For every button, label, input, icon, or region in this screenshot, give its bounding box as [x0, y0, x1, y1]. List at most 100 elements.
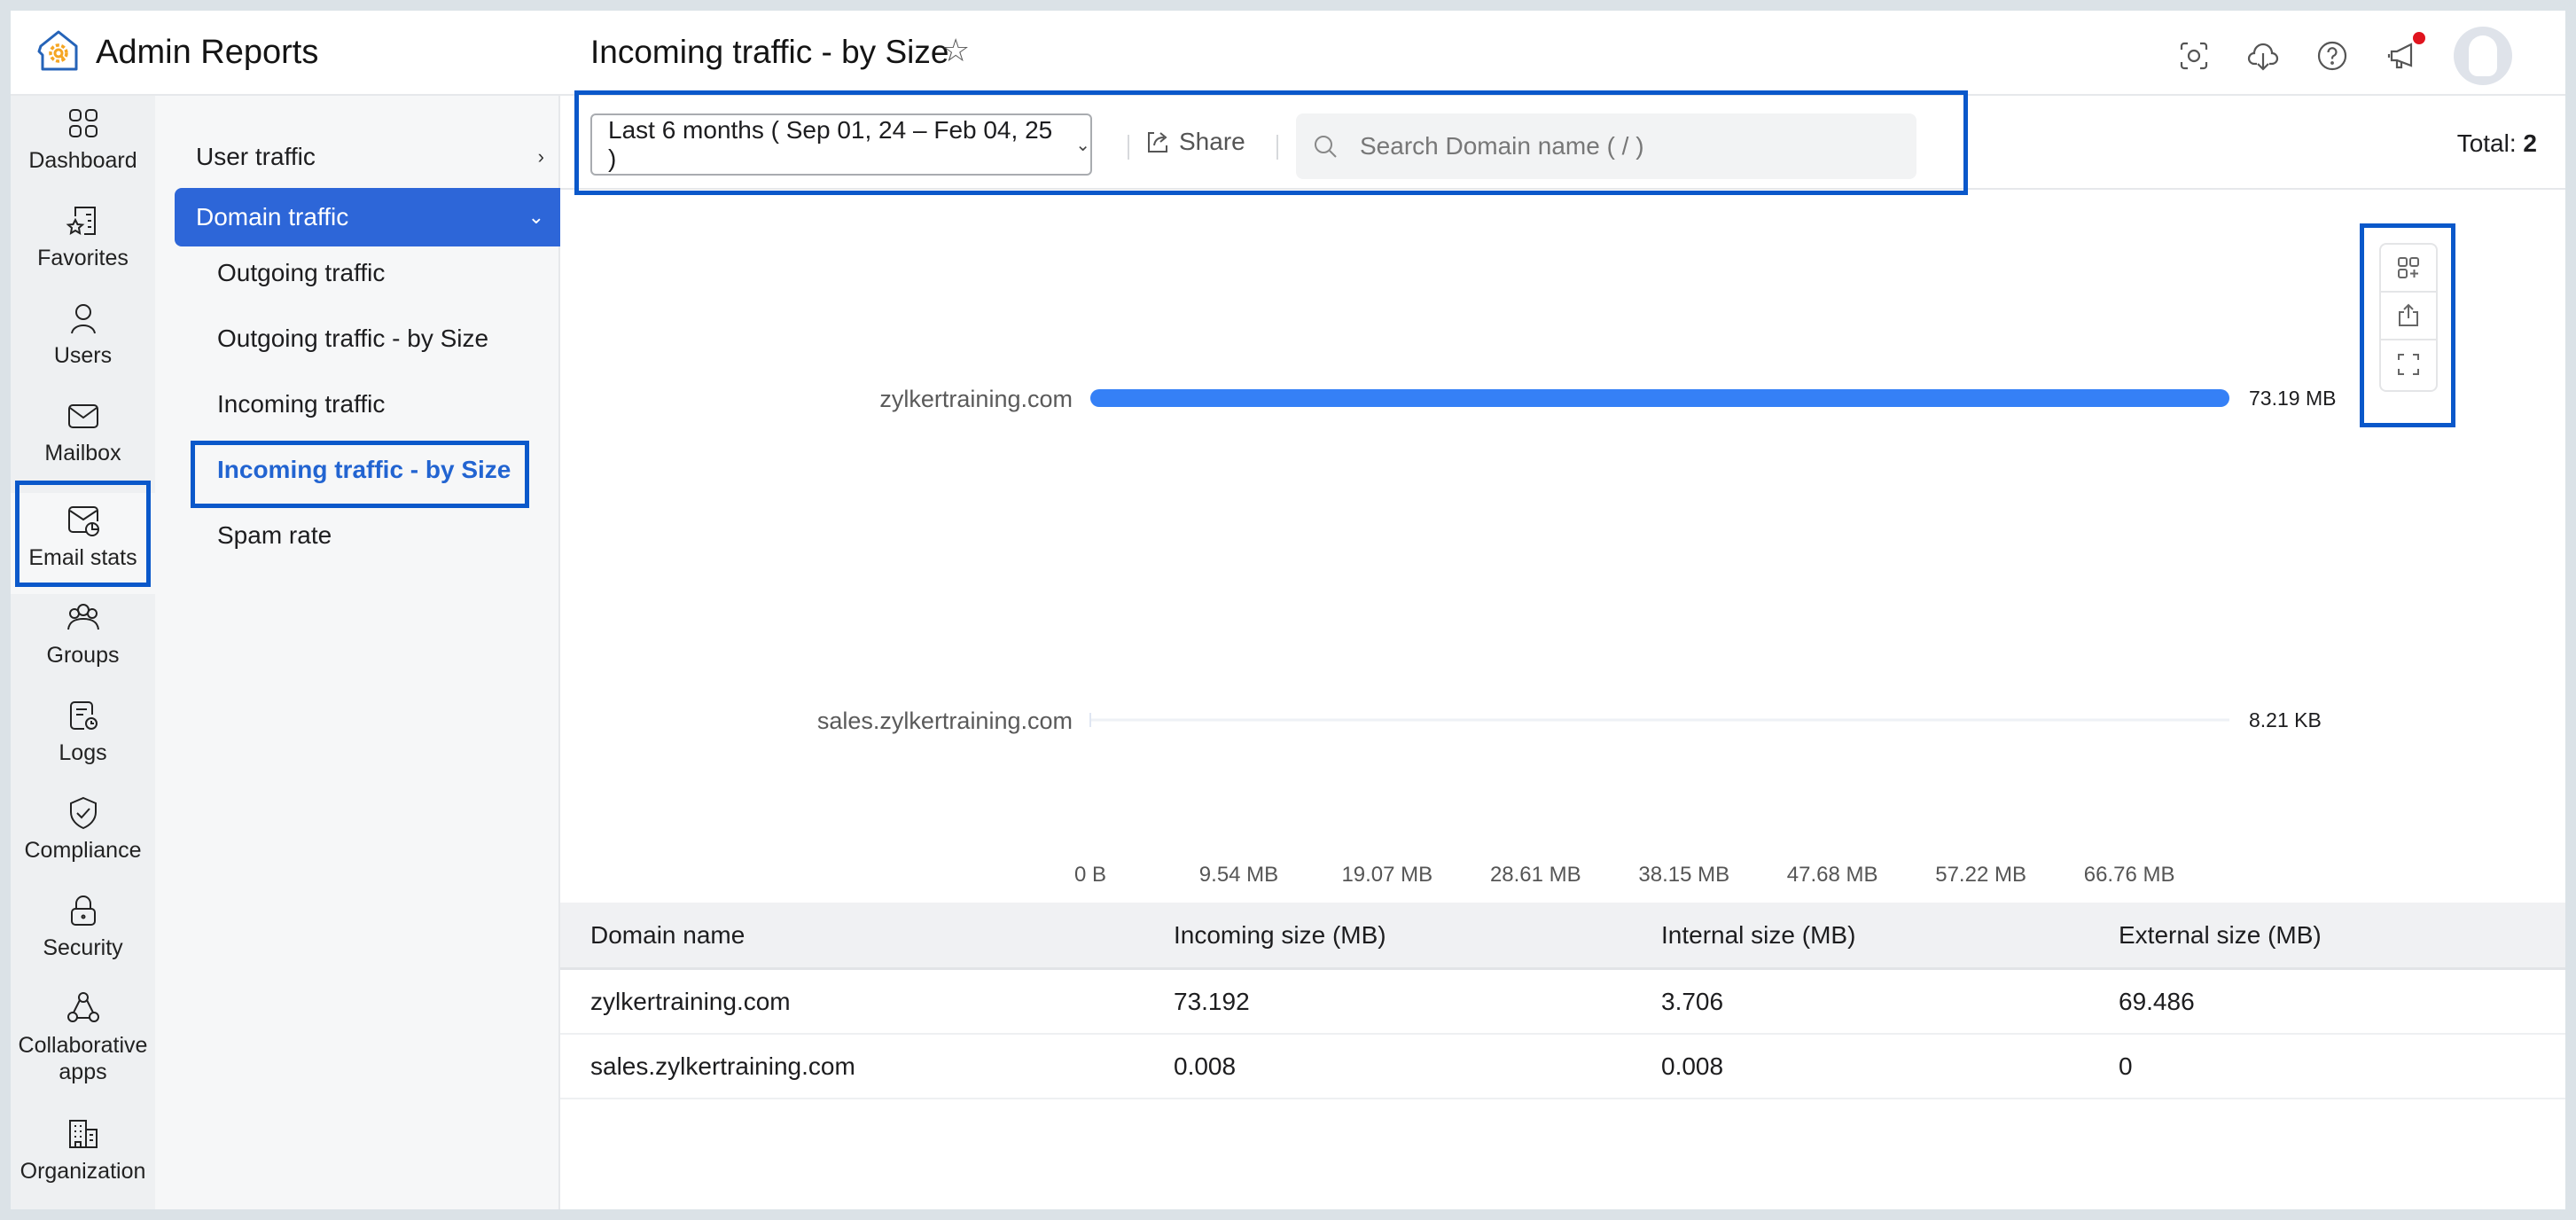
organization-building-icon [68, 1120, 98, 1148]
groups-icon [66, 604, 99, 630]
submenu-outgoing-traffic[interactable]: Outgoing traffic [217, 259, 385, 287]
submenu-label: Domain traffic [196, 203, 349, 231]
favorite-star-icon[interactable]: ☆ [941, 32, 970, 69]
divider [1276, 135, 1278, 160]
page-title: Incoming traffic - by Size [590, 34, 949, 70]
bar[interactable] [1090, 389, 2229, 407]
rail-item-compliance[interactable]: Compliance [11, 794, 155, 864]
x-tick-label: 0 B [1074, 863, 1106, 887]
report-submenu: User traffic › Domain traffic ⌄ Outgoing… [155, 96, 569, 1209]
rail-item-collaborative-apps[interactable]: Collaborative apps [11, 989, 155, 1085]
chevron-down-icon: ⌄ [527, 206, 544, 228]
rail-label: Favorites [37, 246, 129, 270]
domain-search [1296, 113, 1916, 179]
column-header-domain-name[interactable]: Domain name [590, 921, 745, 950]
rail-label: Collaborative apps [18, 1033, 148, 1084]
rail-item-favorites[interactable]: Favorites [11, 202, 155, 271]
screenshot-icon[interactable] [2177, 39, 2211, 73]
date-range-dropdown[interactable]: Last 6 months ( Sep 01, 24 – Feb 04, 25 … [590, 113, 1092, 176]
rail-item-dashboard[interactable]: Dashboard [11, 105, 155, 174]
cell-incoming-size: 0.008 [1174, 1052, 1237, 1080]
table-row[interactable]: sales.zylkertraining.com 0.008 0.008 0 [560, 1035, 2565, 1099]
rail-item-logs[interactable]: Logs [11, 697, 155, 766]
submenu-outgoing-traffic-by-size[interactable]: Outgoing traffic - by Size [217, 325, 488, 353]
x-tick-label: 19.07 MB [1341, 863, 1432, 887]
column-header-internal-size[interactable]: Internal size (MB) [1661, 921, 1855, 950]
rail-label: Logs [59, 740, 107, 765]
rail-item-organization[interactable]: Organization [11, 1115, 155, 1185]
compliance-shield-icon [69, 796, 97, 830]
fullscreen-icon [2398, 354, 2419, 375]
chart-area: zylkertraining.com 73.19 MB sales.zylkertr… [560, 190, 2565, 903]
submenu-incoming-traffic-by-size[interactable]: Incoming traffic - by Size [217, 456, 511, 484]
favorites-icon [66, 207, 96, 235]
rail-label: Groups [46, 643, 120, 668]
cloud-download-icon[interactable] [2246, 39, 2280, 73]
icon-rail: Dashboard Favorites Users Mailbox Email … [11, 96, 155, 1209]
rail-item-mailbox[interactable]: Mailbox [11, 397, 155, 466]
chevron-down-icon: ⌄ [1075, 135, 1090, 155]
cell-external-size: 69.486 [2119, 987, 2195, 1015]
add-widget-button[interactable] [2381, 245, 2436, 293]
notification-badge [2413, 32, 2425, 44]
app-window: Admin Reports Dashboard Favorites Users … [11, 11, 2565, 1209]
submenu-label: User traffic [196, 143, 316, 170]
report-toolbar: Last 6 months ( Sep 01, 24 – Feb 04, 25 … [560, 96, 2565, 190]
cell-internal-size: 0.008 [1661, 1052, 1724, 1080]
cell-external-size: 0 [2119, 1052, 2133, 1080]
rail-label: Dashboard [28, 148, 137, 173]
total-count: Total: 2 [2457, 129, 2537, 158]
page-header: Incoming traffic - by Size ☆ [560, 11, 2565, 96]
help-icon[interactable] [2315, 39, 2349, 73]
rail-item-security[interactable]: Security [11, 892, 155, 961]
column-header-external-size[interactable]: External size (MB) [2119, 921, 2322, 950]
cell-incoming-size: 73.192 [1174, 987, 1250, 1015]
divider [1128, 135, 1129, 160]
total-value: 2 [2523, 129, 2537, 157]
app-title: Admin Reports [96, 33, 319, 71]
x-tick-label: 9.54 MB [1199, 863, 1278, 887]
share-label: Share [1179, 128, 1245, 155]
category-label: zylkertraining.com [879, 386, 1073, 412]
main-content: Incoming traffic - by Size ☆ Last 6 mont… [560, 11, 2565, 1209]
x-tick-label: 47.68 MB [1787, 863, 1878, 887]
search-input[interactable] [1360, 132, 1892, 160]
rail-item-groups[interactable]: Groups [11, 599, 155, 669]
x-tick-label: 38.15 MB [1638, 863, 1729, 887]
rail-item-email-stats[interactable]: Email stats [11, 493, 155, 594]
rail-label: Organization [20, 1159, 146, 1184]
announcement-icon[interactable] [2385, 32, 2425, 73]
mailbox-icon [67, 404, 98, 428]
header-actions [2177, 27, 2512, 85]
x-tick-label: 66.76 MB [2084, 863, 2175, 887]
fullscreen-button[interactable] [2381, 340, 2436, 388]
category-label: sales.zylkertraining.com [817, 708, 1073, 734]
x-tick-label: 57.22 MB [1935, 863, 2026, 887]
email-stats-icon [67, 506, 99, 536]
submenu-spam-rate[interactable]: Spam rate [217, 521, 332, 550]
submenu-incoming-traffic[interactable]: Incoming traffic [217, 390, 385, 418]
cell-domain-name: zylkertraining.com [590, 987, 791, 1015]
chevron-right-icon: › [537, 145, 544, 168]
share-icon [1148, 132, 1167, 152]
submenu-user-traffic[interactable]: User traffic › [175, 128, 569, 186]
brand-header: Admin Reports [11, 11, 560, 96]
rail-item-users[interactable]: Users [11, 300, 155, 369]
admin-reports-logo-icon [37, 28, 82, 77]
table-header: Domain name Incoming size (MB) Internal … [560, 903, 2565, 970]
export-button[interactable] [2381, 293, 2436, 340]
avatar[interactable] [2454, 27, 2512, 85]
total-label: Total: [2456, 129, 2517, 157]
submenu-domain-traffic[interactable]: Domain traffic ⌄ [175, 188, 569, 246]
share-button[interactable]: Share [1144, 128, 1245, 156]
column-header-incoming-size[interactable]: Incoming size (MB) [1174, 921, 1386, 950]
data-label: 8.21 KB [2249, 708, 2322, 731]
data-label: 73.19 MB [2249, 387, 2336, 410]
cell-internal-size: 3.706 [1661, 987, 1724, 1015]
table-row[interactable]: zylkertraining.com 73.192 3.706 69.486 [560, 970, 2565, 1035]
rail-label: Compliance [24, 838, 142, 863]
collaborative-apps-icon [66, 992, 99, 1022]
user-icon [70, 304, 96, 334]
date-range-value: Last 6 months ( Sep 01, 24 – Feb 04, 25 … [608, 116, 1053, 172]
dashboard-icon [68, 109, 98, 137]
